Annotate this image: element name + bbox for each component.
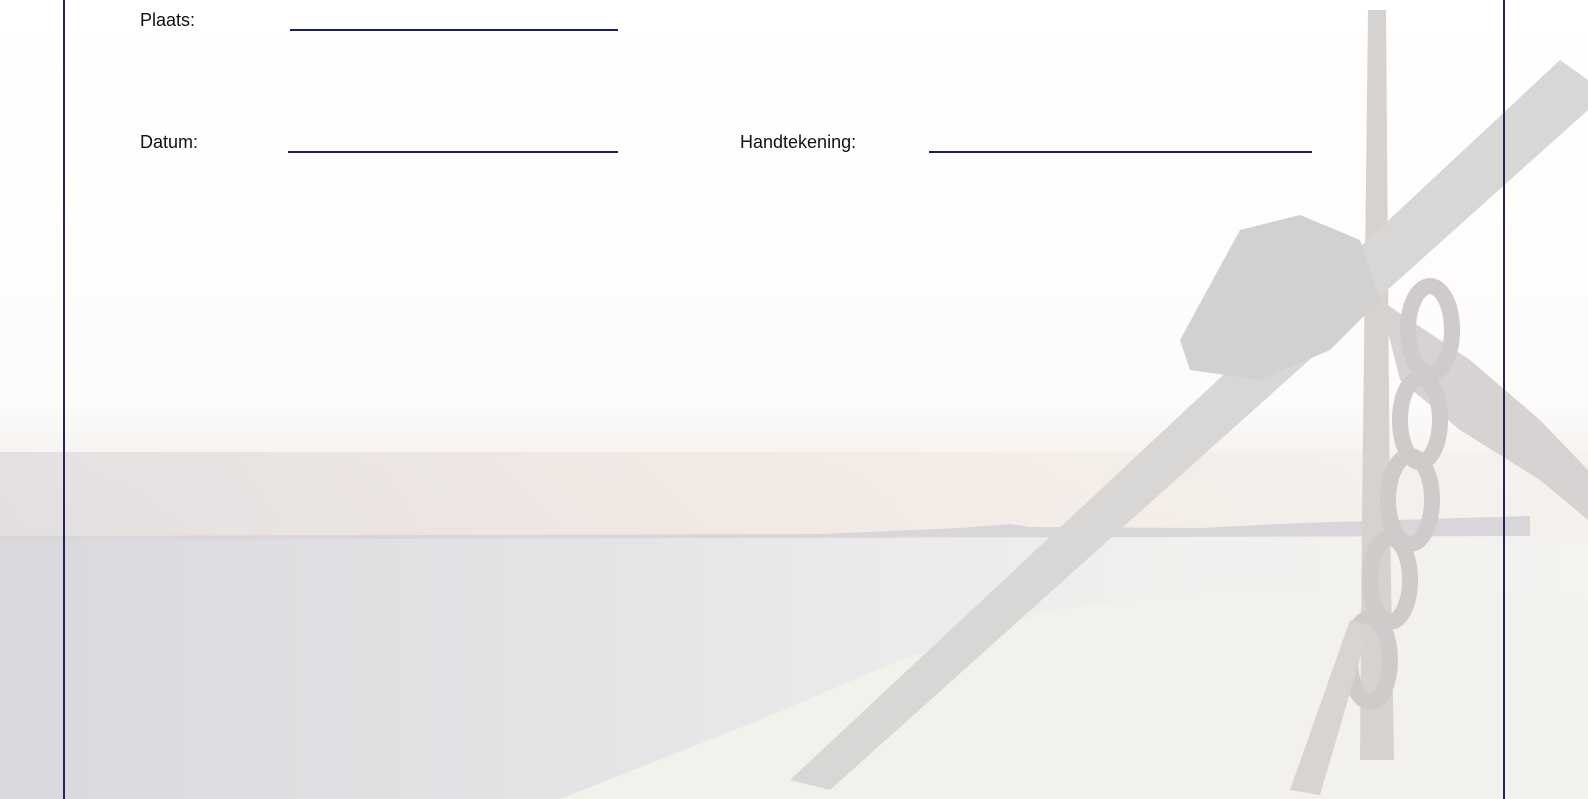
signature-label: Handtekening: (740, 132, 857, 152)
place-field-line[interactable] (290, 29, 618, 31)
anchor-shore-background-image (0, 0, 1588, 799)
place-label: Plaats: (140, 10, 196, 30)
date-field-line[interactable] (288, 151, 618, 153)
page-border-right (1503, 0, 1505, 799)
date-label: Datum: (140, 132, 199, 152)
page-border-left (63, 0, 65, 799)
signature-form-page: Plaats: Datum: Handtekening: (0, 0, 1588, 799)
signature-field-line[interactable] (929, 151, 1312, 153)
